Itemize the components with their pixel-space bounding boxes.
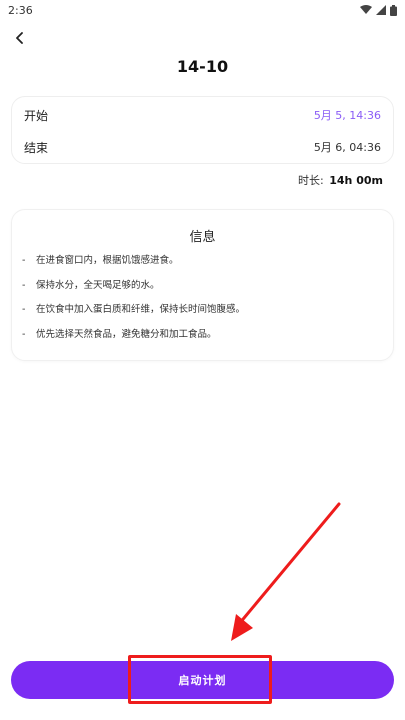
status-icons <box>360 4 397 16</box>
bullet-dash: - <box>22 304 26 315</box>
info-title: 信息 <box>189 230 216 245</box>
start-label: 开始 <box>24 108 49 123</box>
start-plan-label: 启动计划 <box>178 674 227 687</box>
list-item: - 保持水分，全天喝足够的水。 <box>22 276 382 301</box>
status-bar: 2:36 <box>0 0 405 20</box>
duration-summary: 时长: 14h 00m <box>298 172 383 188</box>
list-item: - 在饮食中加入蛋白质和纤维，保持长时间饱腹感。 <box>22 300 382 325</box>
start-row[interactable]: 开始 5月 5, 14:36 <box>24 105 381 125</box>
end-row: 结束 5月 6, 04:36 <box>24 137 381 157</box>
back-button[interactable] <box>8 26 32 50</box>
signal-icon <box>376 5 386 15</box>
tip-text: 在进食窗口内，根据饥饿感进食。 <box>36 255 179 266</box>
wifi-icon <box>360 5 372 14</box>
bullet-dash: - <box>22 255 26 266</box>
schedule-card: 开始 5月 5, 14:36 结束 5月 6, 04:36 <box>11 96 394 164</box>
page-title: 14-10 <box>176 57 229 76</box>
list-item: - 优先选择天然食品，避免糖分和加工食品。 <box>22 325 382 350</box>
end-time-value: 5月 6, 04:36 <box>313 141 381 154</box>
tip-text: 保持水分，全天喝足够的水。 <box>36 279 160 291</box>
start-plan-button[interactable]: 启动计划 <box>11 661 394 699</box>
battery-icon <box>390 4 397 16</box>
info-card: 信息 - 在进食窗口内，根据饥饿感进食。 - 保持水分，全天喝足够的水。 - 在饮食中… <box>11 209 394 361</box>
list-item: - 在进食窗口内，根据饥饿感进食。 <box>22 251 382 276</box>
duration-value: 14h 00m <box>329 174 383 187</box>
bullet-dash: - <box>22 279 26 291</box>
bullet-dash: - <box>22 328 26 340</box>
start-time-value[interactable]: 5月 5, 14:36 <box>314 107 381 123</box>
chevron-left-icon <box>16 32 23 44</box>
end-label: 结束 <box>24 140 49 155</box>
duration-label: 时长: <box>298 174 324 187</box>
tips-list: - 在进食窗口内，根据饥饿感进食。 - 保持水分，全天喝足够的水。 - 在饮食中加入蛋… <box>22 251 382 349</box>
status-time: 2:36 <box>8 3 33 17</box>
tip-text: 优先选择天然食品，避免糖分和加工食品。 <box>36 328 217 340</box>
tip-text: 在饮食中加入蛋白质和纤维，保持长时间饱腹感。 <box>36 304 246 315</box>
